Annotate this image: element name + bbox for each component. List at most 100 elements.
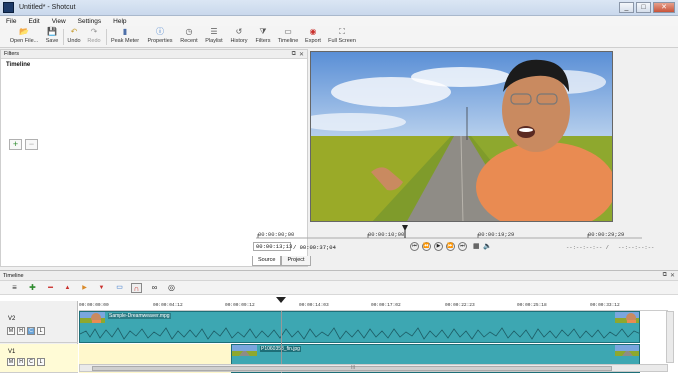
skip-to-start-button[interactable]: ⏮ <box>410 242 419 251</box>
clip-thumbnail-start <box>232 345 257 356</box>
ruler-time-3: 00:00:29;29 <box>588 231 625 238</box>
close-button[interactable]: ✕ <box>653 2 675 13</box>
menu-bar: File Edit View Settings Help <box>0 16 678 26</box>
current-time-spinbox[interactable]: 00:00:13;13 <box>253 242 292 251</box>
scrollbar-thumb[interactable]: III <box>92 365 612 371</box>
export-button[interactable]: ◉ Export <box>303 27 323 47</box>
clip-name: Sample-Dreamweaver.mpg <box>108 313 171 319</box>
properties-button[interactable]: ⓘ Properties <box>146 27 174 47</box>
ruler-time-2: 00:00:19;29 <box>478 231 515 238</box>
undock-icon[interactable]: ⧉ <box>663 272 667 279</box>
timeline-playhead-marker[interactable] <box>276 297 286 303</box>
rewind-button[interactable]: ⏪ <box>422 242 431 251</box>
mute-button[interactable]: M <box>7 358 15 366</box>
scrub-icon[interactable]: ∞ <box>149 283 160 293</box>
play-button[interactable]: ▶ <box>434 242 443 251</box>
properties-icon: ⓘ <box>156 27 164 36</box>
panel-close-icon[interactable]: ✕ <box>670 272 675 279</box>
timeline-ruler[interactable]: 00:00:00:00 00:00:04:12 00:00:09:12 00:0… <box>79 297 668 311</box>
tab-project[interactable]: Project <box>281 256 311 266</box>
hide-button[interactable]: H <box>17 358 25 366</box>
clip-thumbnail-end <box>615 345 639 356</box>
ripple-icon[interactable]: ◎ <box>166 283 177 293</box>
timeline-panel-header: Timeline ⧉ ✕ <box>0 271 678 281</box>
filters-icon: ⧩ <box>259 27 267 36</box>
menu-file[interactable]: File <box>6 18 16 25</box>
undock-icon[interactable]: ⧉ <box>292 51 296 58</box>
remove-icon[interactable]: ━ <box>45 283 56 293</box>
lock-button[interactable]: L <box>37 327 45 335</box>
save-icon: 💾 <box>47 27 57 36</box>
track-name: V2 <box>8 316 16 322</box>
track-header-v1[interactable]: V1 M H C L <box>0 344 78 373</box>
tab-source[interactable]: Source <box>252 256 282 266</box>
skip-to-end-button[interactable]: ⏭ <box>458 242 467 251</box>
mute-button[interactable]: M <box>7 327 15 335</box>
recent-button[interactable]: ◷ Recent <box>178 27 200 47</box>
maximize-button[interactable]: □ <box>636 2 651 13</box>
composite-button[interactable]: C <box>27 327 35 335</box>
fullscreen-button[interactable]: ⛶ Full Screen <box>327 27 357 47</box>
grid-icon[interactable]: ▦ <box>473 242 480 250</box>
filters-target-label: Timeline <box>6 62 31 68</box>
split-icon[interactable]: ▼ <box>96 283 107 293</box>
peak-meter-button[interactable]: ▮ Peak Meter <box>110 27 140 47</box>
timeline-ruler-label: 00:00:00:00 <box>79 303 109 308</box>
track-headers: V2 M H C L V1 M H C L <box>0 301 78 373</box>
undo-button[interactable]: ↶ Undo <box>66 27 82 47</box>
volume-icon[interactable]: 🔈 <box>483 242 492 250</box>
open-file-button[interactable]: 📂 Open File... <box>6 27 42 47</box>
recent-icon: ◷ <box>185 27 193 36</box>
composite-button[interactable]: C <box>27 358 35 366</box>
hide-button[interactable]: H <box>17 327 25 335</box>
zoom-fit-icon[interactable]: ▭ <box>114 283 125 293</box>
history-button[interactable]: ↺ History <box>228 27 250 47</box>
menu-help[interactable]: Help <box>113 18 126 25</box>
player-ruler[interactable]: 00:00:00;00 00:00:10;00 00:00:19;29 00:0… <box>256 225 642 239</box>
duration-label: / 00:00:37;04 <box>293 244 336 251</box>
title-bar: Untitled* - Shotcut _ □ ✕ <box>0 0 678 16</box>
out-point-label: --:--:--:-- <box>618 244 655 251</box>
save-button[interactable]: 💾 Save <box>44 27 60 47</box>
video-frame-image <box>311 52 612 221</box>
panel-close-icon[interactable]: ✕ <box>299 51 304 58</box>
timeline-ruler-label: 00:00:25:18 <box>517 303 547 308</box>
snap-icon[interactable]: ∩ <box>131 283 142 293</box>
fast-forward-button[interactable]: ⏩ <box>446 242 455 251</box>
menu-settings[interactable]: Settings <box>78 18 102 25</box>
timeline-ruler-label: 00:00:22:23 <box>445 303 475 308</box>
timeline-ruler-label: 00:00:17:02 <box>371 303 401 308</box>
timeline-vertical-scrollbar[interactable] <box>666 311 674 363</box>
in-point-label: --:--:--:-- / <box>566 244 609 251</box>
redo-button[interactable]: ↷ Redo <box>86 27 102 47</box>
filters-panel-header: Filters ⧉ ✕ <box>1 50 307 59</box>
menu-view[interactable]: View <box>52 18 66 25</box>
clip-thumbnail-start <box>80 312 105 323</box>
video-preview[interactable] <box>310 51 613 222</box>
add-filter-button[interactable]: + <box>9 139 22 150</box>
track-name: V1 <box>8 349 16 355</box>
timeline-icon: ▭ <box>284 27 292 36</box>
filters-button[interactable]: ⧩ Filters <box>253 27 273 47</box>
redo-icon: ↷ <box>90 27 98 36</box>
append-icon[interactable]: ✚ <box>27 283 38 293</box>
shotcut-app-icon <box>3 2 14 13</box>
track-header-v2[interactable]: V2 M H C L <box>0 311 78 343</box>
peak-meter-icon: ▮ <box>122 27 128 36</box>
timeline-button[interactable]: ▭ Timeline <box>276 27 300 47</box>
lift-icon[interactable]: ▲ <box>62 283 73 293</box>
playlist-button[interactable]: ☰ Playlist <box>203 27 225 47</box>
overwrite-icon[interactable]: ▶ <box>79 283 90 293</box>
remove-filter-button[interactable]: − <box>25 139 38 150</box>
lock-button[interactable]: L <box>37 358 45 366</box>
menu-edit[interactable]: Edit <box>28 18 39 25</box>
timeline-menu-icon[interactable]: ≡ <box>9 283 20 293</box>
clip-v2[interactable]: Sample-Dreamweaver.mpg <box>79 311 640 343</box>
minimize-button[interactable]: _ <box>619 2 634 13</box>
main-toolbar: 📂 Open File... 💾 Save ↶ Undo ↷ Redo ▮ Pe… <box>0 26 678 48</box>
toolbar-separator <box>106 29 107 45</box>
window-title: Untitled* - Shotcut <box>19 4 76 11</box>
toolbar-separator <box>63 29 64 45</box>
timeline-horizontal-scrollbar[interactable]: III <box>79 364 668 372</box>
player-ruler-ticks <box>256 225 642 239</box>
